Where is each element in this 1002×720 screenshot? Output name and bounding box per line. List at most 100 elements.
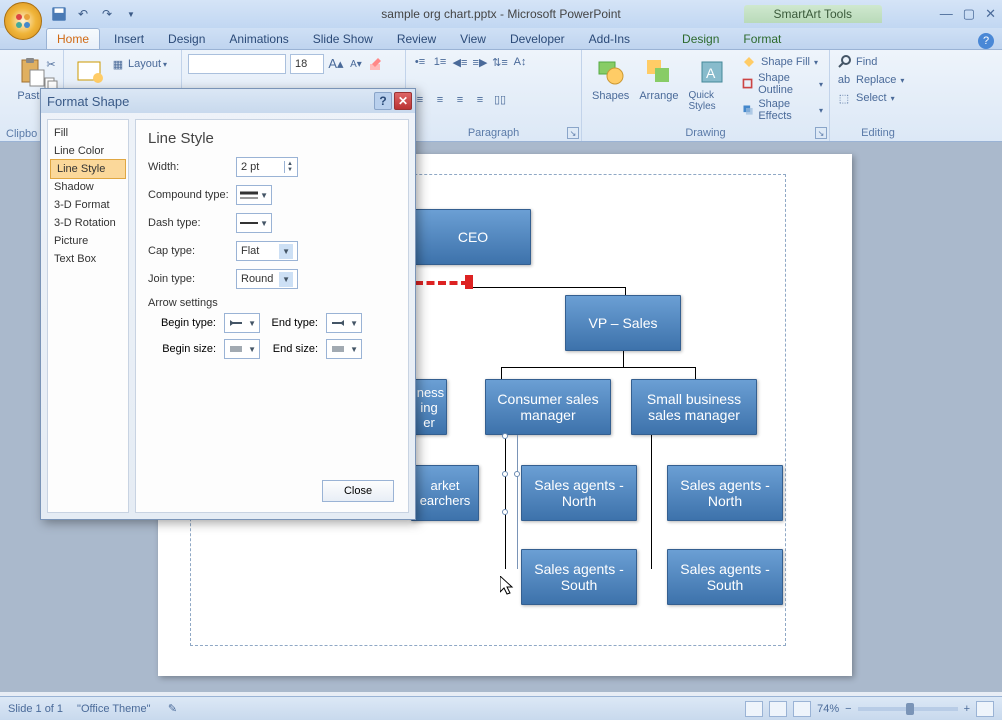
align-right-icon[interactable]: ≡ [452,92,468,108]
justify-icon[interactable]: ≡ [472,92,488,108]
tab-slideshow[interactable]: Slide Show [303,29,383,49]
org-box-agents-south-2[interactable]: Sales agents - South [667,549,783,605]
cut-icon[interactable]: ✂ [43,56,59,72]
tab-review[interactable]: Review [387,29,446,49]
org-box-smallbiz-mgr[interactable]: Small business sales manager [631,379,757,435]
nav-text-box[interactable]: Text Box [48,250,128,268]
dialog-close-icon[interactable]: ✕ [394,92,412,110]
numbering-icon[interactable]: 1≡ [432,54,448,70]
nav-shadow[interactable]: Shadow [48,178,128,196]
tab-home[interactable]: Home [46,28,100,49]
begin-size-dropdown[interactable]: ▼ [224,339,260,359]
nav-picture[interactable]: Picture [48,232,128,250]
org-box-biz-mgr-cut[interactable]: iness ing er [411,379,447,435]
close-button[interactable]: Close [322,480,394,502]
line-spacing-icon[interactable]: ⇅≡ [492,54,508,70]
zoom-out-icon[interactable]: − [845,703,851,715]
tab-animations[interactable]: Animations [219,29,298,49]
tab-insert[interactable]: Insert [104,29,154,49]
clear-format-icon[interactable] [368,56,384,72]
spin-down-icon[interactable]: ▼ [287,167,293,173]
office-button[interactable] [4,2,42,40]
tab-smartart-design[interactable]: Design [672,29,729,49]
dialog-help-icon[interactable]: ? [374,92,392,110]
fit-view-button[interactable] [976,701,994,717]
width-spinner[interactable]: 2 pt▲▼ [236,157,298,177]
quick-styles-button[interactable]: AQuick Styles [684,54,739,122]
tab-developer[interactable]: Developer [500,29,575,49]
nav-line-color[interactable]: Line Color [48,142,128,160]
resize-handle-icon[interactable] [502,471,508,477]
resize-handle-icon[interactable] [514,471,520,477]
minimize-icon[interactable]: — [940,6,953,22]
connector-handle[interactable] [465,275,473,289]
slideshow-view-button[interactable] [793,701,811,717]
selected-connector-red[interactable] [415,281,469,285]
cap-type-dropdown[interactable]: Flat▼ [236,241,298,261]
window-title: sample org chart.pptx - Microsoft PowerP… [381,7,620,21]
org-box-ceo[interactable]: CEO [415,209,531,265]
sorter-view-button[interactable] [769,701,787,717]
undo-icon[interactable]: ↶ [74,5,92,23]
zoom-slider[interactable] [858,707,958,711]
font-size-combo[interactable]: 18 [290,54,324,74]
spellcheck-icon[interactable]: ✎ [164,701,180,717]
select-button[interactable]: ⬚Select▾ [836,90,920,106]
bullets-icon[interactable]: •≡ [412,54,428,70]
compound-type-dropdown[interactable]: ▼ [236,185,272,205]
org-box-agents-north-2[interactable]: Sales agents - North [667,465,783,521]
tab-smartart-format[interactable]: Format [733,29,791,49]
nav-fill[interactable]: Fill [48,124,128,142]
org-box-vp-sales[interactable]: VP – Sales [565,295,681,351]
redo-icon[interactable]: ↷ [98,5,116,23]
normal-view-button[interactable] [745,701,763,717]
increase-indent-icon[interactable]: ≡▶ [472,54,488,70]
layout-button[interactable]: ▦Layout▾ [110,56,167,72]
width-label: Width: [148,161,236,173]
shape-fill-button[interactable]: Shape Fill▾ [741,54,823,70]
join-type-dropdown[interactable]: Round▼ [236,269,298,289]
dialog-title-bar[interactable]: Format Shape ? ✕ [41,89,415,113]
selected-connector[interactable] [517,435,518,569]
grow-font-icon[interactable]: A▴ [328,56,344,72]
tab-design[interactable]: Design [158,29,215,49]
org-box-consumer-mgr[interactable]: Consumer sales manager [485,379,611,435]
close-window-icon[interactable]: ✕ [985,6,996,22]
shape-outline-button[interactable]: Shape Outline▾ [741,72,823,96]
tab-addins[interactable]: Add-Ins [579,29,640,49]
shapes-button[interactable]: Shapes [588,54,633,122]
restore-icon[interactable]: ▢ [963,6,975,22]
arrange-button[interactable]: Arrange [635,54,682,122]
paragraph-launcher-icon[interactable]: ↘ [567,127,579,139]
align-center-icon[interactable]: ≡ [432,92,448,108]
drawing-launcher-icon[interactable]: ↘ [815,127,827,139]
zoom-in-icon[interactable]: + [964,703,970,715]
tab-view[interactable]: View [450,29,496,49]
save-icon[interactable] [50,5,68,23]
decrease-indent-icon[interactable]: ◀≡ [452,54,468,70]
shape-effects-button[interactable]: Shape Effects▾ [741,98,823,122]
nav-3d-format[interactable]: 3-D Format [48,196,128,214]
ribbon-tabs: Home Insert Design Animations Slide Show… [0,28,1002,50]
qat-dropdown-icon[interactable]: ▼ [122,5,140,23]
resize-handle-icon[interactable] [502,433,508,439]
begin-type-dropdown[interactable]: ▼ [224,313,260,333]
new-slide-button[interactable] [70,54,110,90]
nav-3d-rotation[interactable]: 3-D Rotation [48,214,128,232]
org-box-agents-north-1[interactable]: Sales agents - North [521,465,637,521]
org-box-agents-south-1[interactable]: Sales agents - South [521,549,637,605]
resize-handle-icon[interactable] [502,509,508,515]
help-icon[interactable]: ? [978,33,994,49]
nav-line-style[interactable]: Line Style [50,159,126,179]
columns-icon[interactable]: ▯▯ [492,92,508,108]
replace-button[interactable]: abReplace▾ [836,72,920,88]
dash-type-dropdown[interactable]: ▼ [236,213,272,233]
org-box-market-research-cut[interactable]: arket earchers [411,465,479,521]
find-button[interactable]: Find [836,54,920,70]
editing-group-label: Editing [836,125,920,139]
font-family-combo[interactable] [188,54,286,74]
end-type-dropdown[interactable]: ▼ [326,313,362,333]
shrink-font-icon[interactable]: A▾ [348,56,364,72]
text-direction-icon[interactable]: A↕ [512,54,528,70]
end-size-dropdown[interactable]: ▼ [326,339,362,359]
